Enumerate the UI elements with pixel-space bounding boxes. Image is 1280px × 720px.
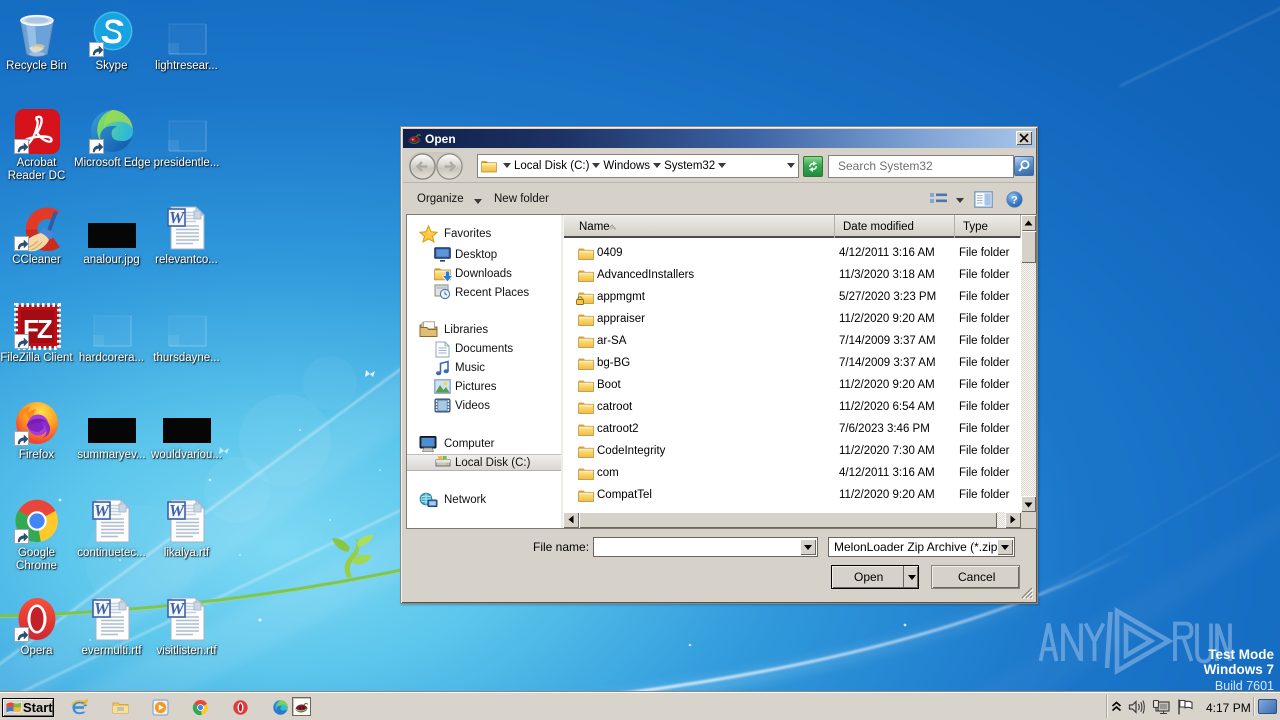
svg-text:?: ? [1011, 194, 1018, 206]
